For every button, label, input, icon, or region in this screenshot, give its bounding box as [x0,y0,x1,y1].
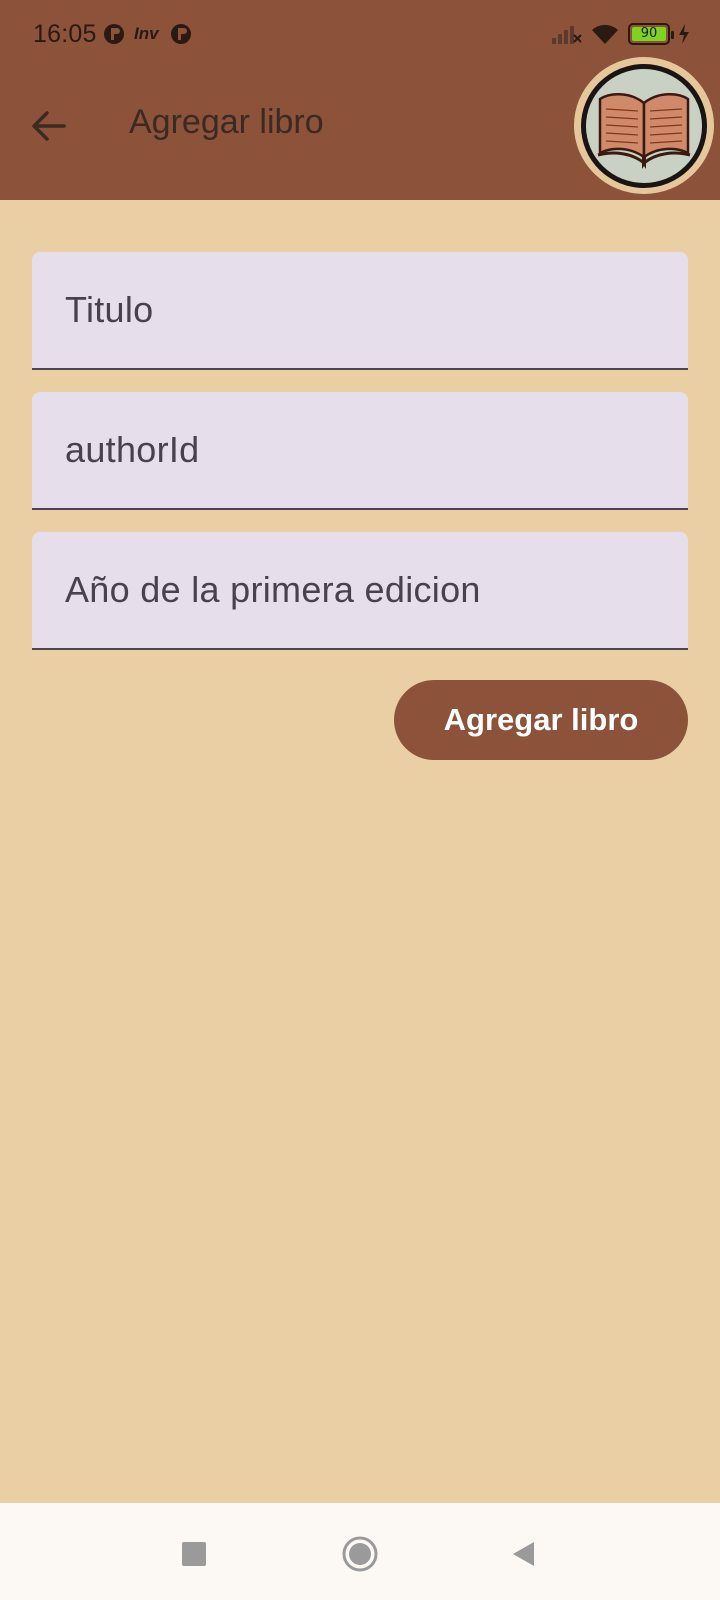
page-title: Agregar libro [129,103,324,141]
title-field-placeholder: Titulo [65,289,154,330]
first-edition-year-field[interactable]: Año de la primera edicion [32,532,688,650]
add-book-button[interactable]: Agregar libro [394,680,688,760]
p-badge-icon-2 [171,24,191,44]
app-label-inv: Inv [134,24,159,43]
book-avatar-icon [597,92,691,169]
home-button[interactable] [337,1531,383,1577]
recents-button[interactable] [171,1531,217,1577]
wifi-icon [592,24,618,44]
author-id-field[interactable]: authorId [32,392,688,510]
author-id-field-placeholder: authorId [65,429,200,470]
triangle-back-nav-icon [513,1542,534,1566]
avatar [574,57,714,194]
p-badge-icon [104,24,124,44]
system-nav-bar [0,1503,720,1600]
back-button[interactable] [22,100,74,152]
title-field[interactable]: Titulo [32,252,688,370]
battery-level: 90 [632,27,666,41]
system-back-button[interactable] [500,1531,546,1577]
back-arrow-icon [32,111,66,141]
charging-icon [679,24,689,44]
home-circle-nav-icon [342,1536,378,1572]
signal-icon [552,26,582,44]
status-time: 16:05 [33,20,97,48]
square-nav-icon [182,1542,206,1566]
status-indicators: 90 [552,20,690,48]
first-edition-year-field-placeholder: Año de la primera edicion [65,569,481,610]
battery-icon: 90 [628,23,674,45]
